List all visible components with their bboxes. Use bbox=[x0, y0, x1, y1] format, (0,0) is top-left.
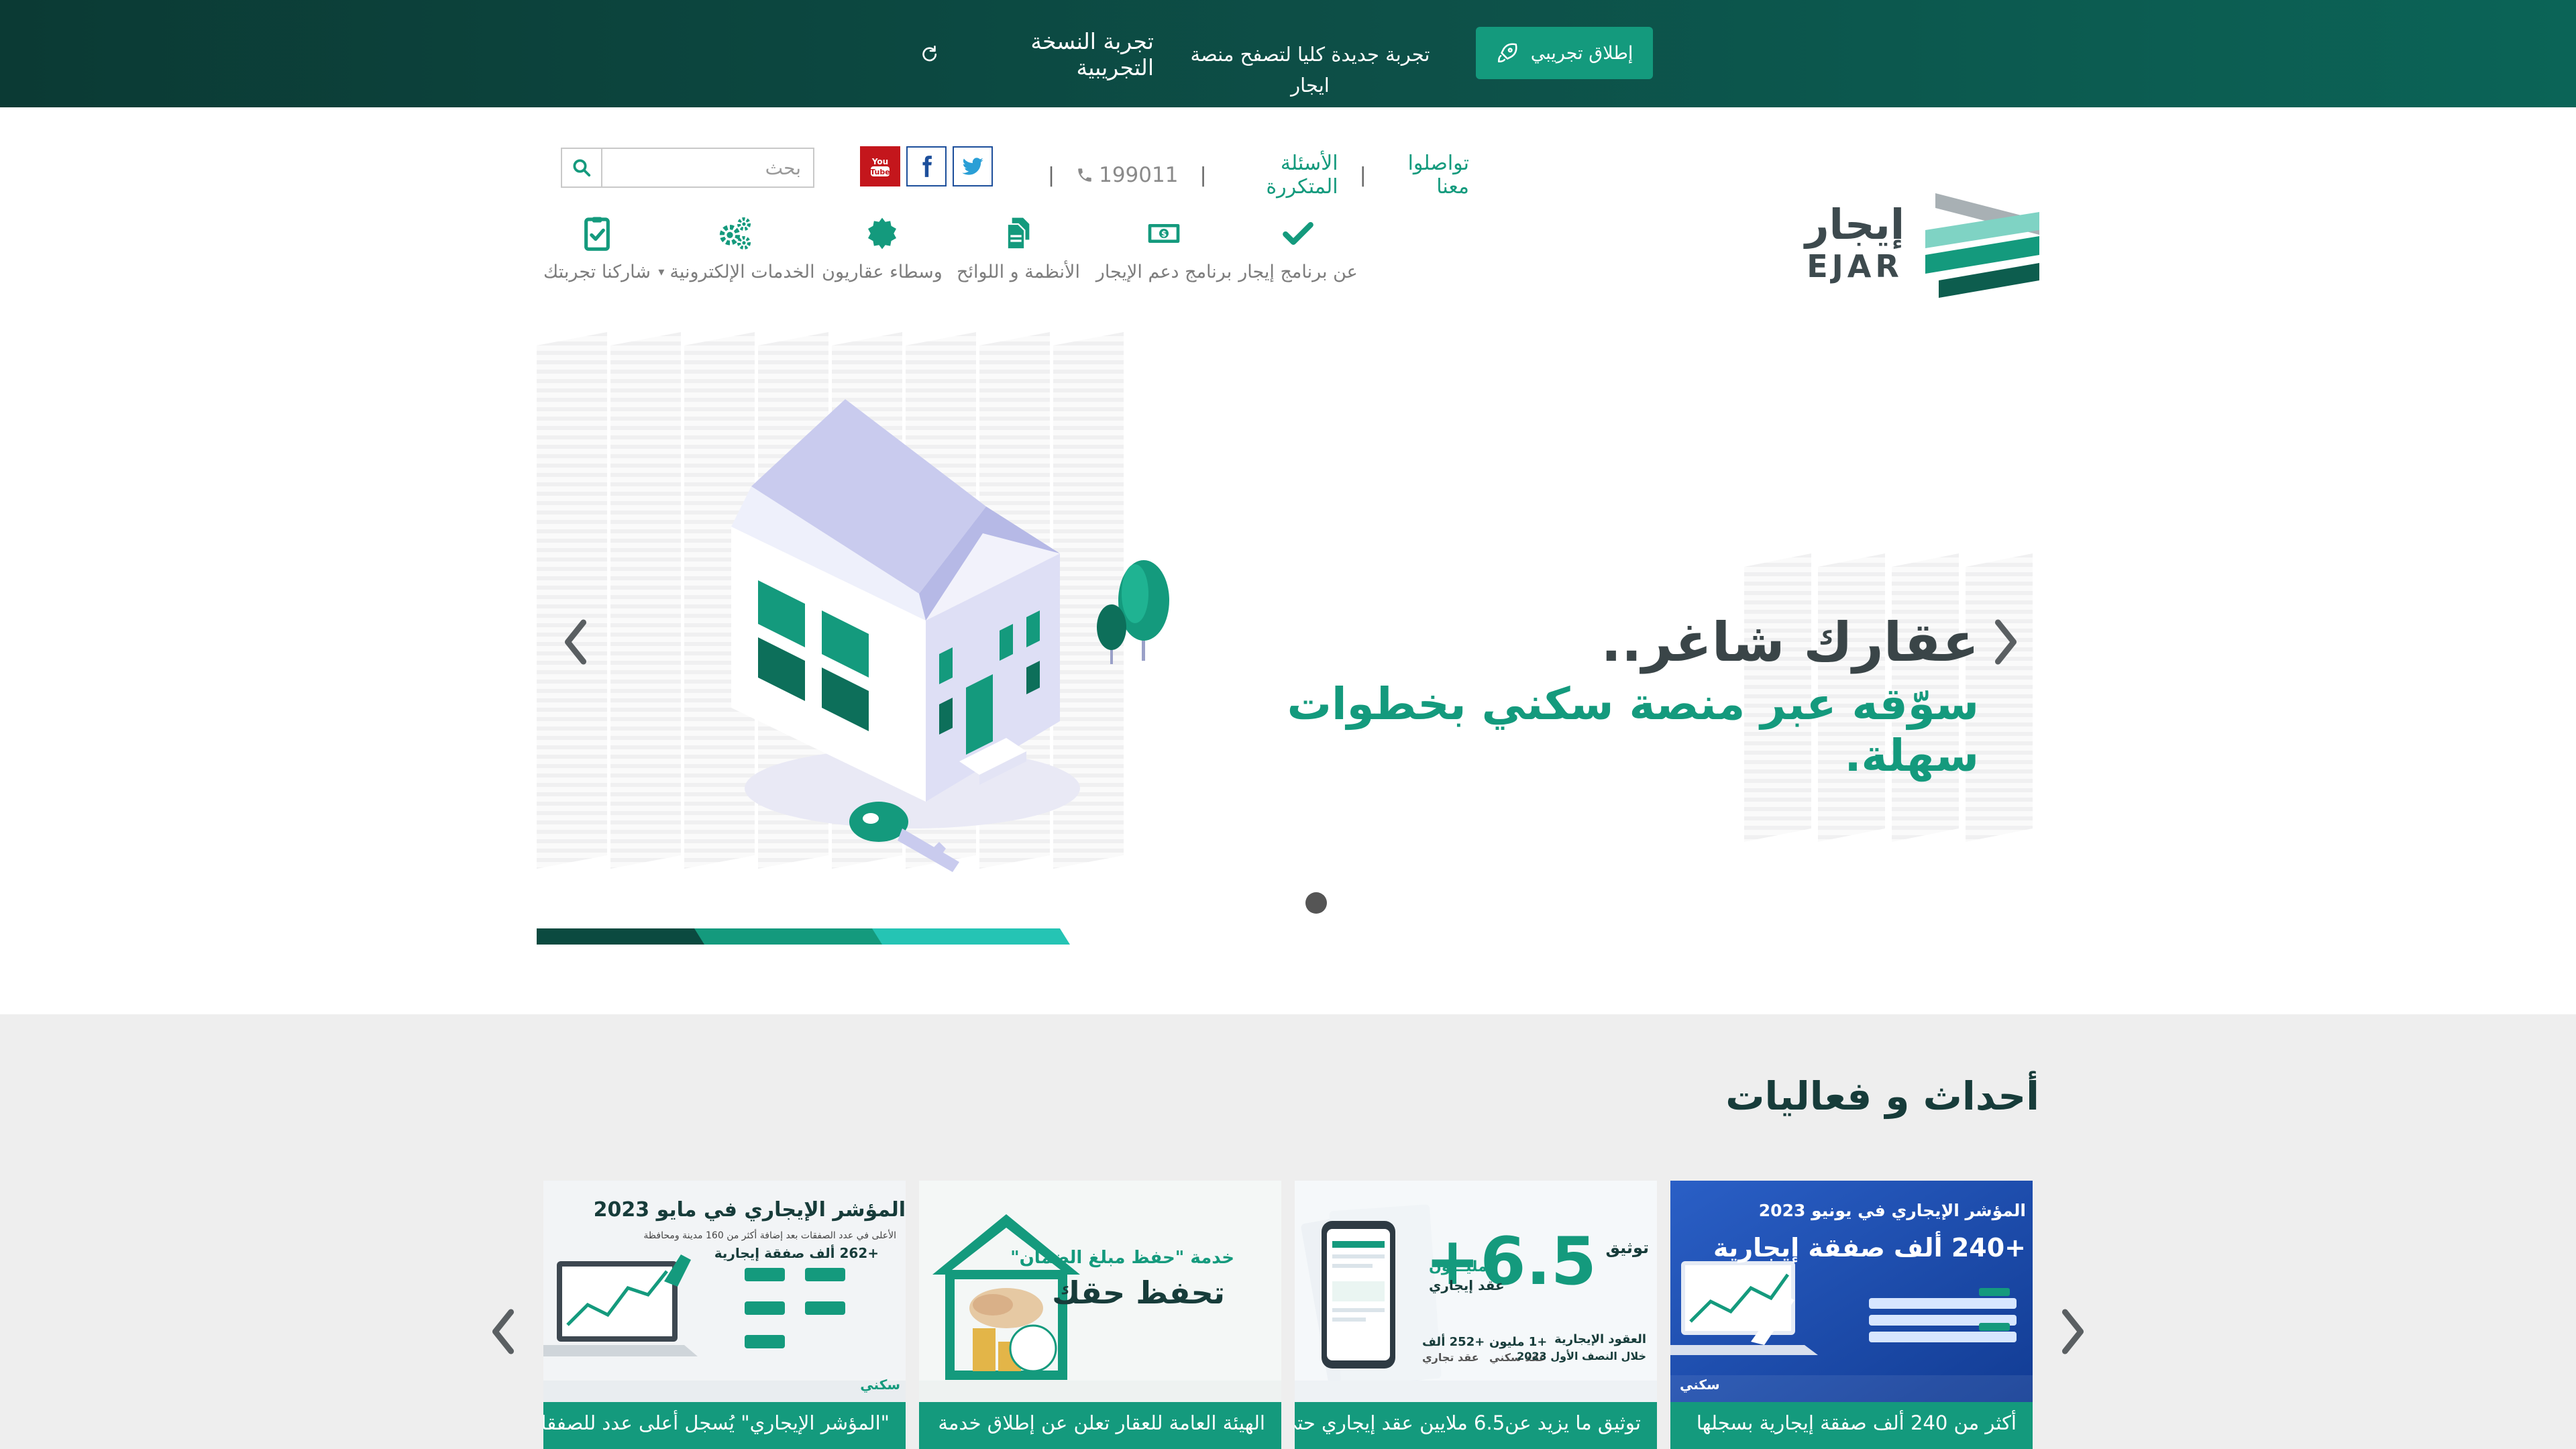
svg-text:You: You bbox=[871, 157, 888, 166]
nav-label: شاركنا تجربتك bbox=[543, 262, 651, 282]
card-image-text: خدمة "حفظ مبلغ الضمان" bbox=[1010, 1248, 1234, 1268]
badge-icon bbox=[868, 217, 896, 250]
hero-prev-arrow[interactable] bbox=[555, 612, 596, 672]
event-card[interactable]: المؤشر الإيجاري في مايو 2023 الأعلى في ع… bbox=[543, 1181, 906, 1449]
house-illustration bbox=[731, 399, 1080, 872]
logo-english-text: EJAR bbox=[1807, 248, 1903, 284]
promo-text: تجربة جديدة كليا لتصفح منصة ايجار bbox=[1190, 43, 1430, 97]
event-caption: أكثر من 240 ألف صفقة إيجارية بسجلها bbox=[1670, 1402, 2033, 1449]
event-card[interactable]: خدمة "حفظ مبلغ الضمان" تحفظ حقك الهيئة ا… bbox=[919, 1181, 1281, 1449]
trees-illustration bbox=[1097, 560, 1169, 664]
search-input[interactable] bbox=[602, 148, 814, 188]
card-image-text: المؤشر الإيجاري في يونيو 2023 bbox=[1758, 1201, 2026, 1220]
nav-label: عن برنامج إيجار bbox=[1238, 262, 1358, 282]
chevron-right-icon bbox=[1994, 619, 2017, 665]
card-image-text: عقد إيجاري bbox=[1429, 1277, 1505, 1293]
svg-text:Tube: Tube bbox=[870, 168, 890, 176]
nav-e-services[interactable]: الخدمات الإلكترونية ▾ bbox=[654, 215, 815, 295]
card-image-stat: عقد تجاري bbox=[1422, 1351, 1479, 1364]
announcement-bar: إطلاق تجريبي تجربة جديدة كليا لتصفح منصة… bbox=[0, 0, 2576, 107]
dropdown-caret-icon: ▾ bbox=[658, 265, 665, 279]
hero-slider: عقارك شاغر.. سوّقه عبر منصة سكني بخطوات … bbox=[537, 332, 2039, 872]
facebook-link[interactable] bbox=[906, 146, 947, 186]
checkmark-icon bbox=[1283, 221, 1313, 246]
card-image-text: تحفظ حقك bbox=[1052, 1275, 1225, 1311]
event-caption: الهيئة العامة للعقار تعلن عن إطلاق خدمة bbox=[919, 1402, 1281, 1449]
event-caption: "المؤشر الإيجاري" يُسجل أعلى عدد للصفقات bbox=[543, 1402, 906, 1449]
slider-pagination-dot[interactable] bbox=[1305, 892, 1327, 914]
card-image-text: مليـــون bbox=[1429, 1258, 1487, 1275]
chevron-right-icon bbox=[2061, 1309, 2084, 1354]
documents-icon bbox=[1006, 217, 1030, 250]
phone-icon bbox=[1078, 168, 1091, 182]
events-title: أحداث و فعاليات bbox=[1725, 1073, 2039, 1119]
card-image-text: +240 ألف صفقة إيجارية bbox=[1713, 1233, 2026, 1263]
nav-label: وسطاء عقاريون bbox=[822, 262, 943, 282]
twitter-icon bbox=[962, 158, 983, 175]
card-image-text: الأعلى في عدد الصفقات بعد إضافة أكثر من … bbox=[643, 1230, 896, 1241]
money-icon: $ bbox=[1148, 224, 1180, 243]
separator: | bbox=[1359, 163, 1366, 187]
card-image-text: العقود الإيجارية bbox=[1554, 1332, 1646, 1346]
card-image-stat: +1 مليون bbox=[1489, 1335, 1548, 1349]
nav-label: الخدمات الإلكترونية bbox=[669, 262, 815, 282]
faq-link[interactable]: الأسئلة المتكررة bbox=[1228, 152, 1338, 199]
utility-links: تواصلوا معنا | الأسئلة المتكررة | 199011… bbox=[1026, 152, 1469, 199]
events-section bbox=[0, 1014, 2576, 1449]
card-image-stat: +252 ألف bbox=[1422, 1335, 1485, 1349]
events-prev-arrow[interactable] bbox=[483, 1301, 523, 1362]
launch-button-label: إطلاق تجريبي bbox=[1530, 42, 1633, 64]
search-button[interactable] bbox=[561, 148, 602, 188]
search-icon bbox=[573, 159, 591, 177]
refresh-icon bbox=[922, 45, 937, 62]
nav-share-experience[interactable]: شاركنا تجربتك bbox=[543, 215, 651, 295]
card-image-text: المؤشر الإيجاري في مايو 2023 bbox=[593, 1198, 906, 1222]
logo-arabic-text: إيجار bbox=[1805, 200, 1905, 249]
separator: | bbox=[1199, 163, 1207, 187]
nav-label: الأنظمة و اللوائح bbox=[957, 262, 1080, 282]
separator: | bbox=[1048, 163, 1055, 187]
hero-title: عقارك شاغر.. bbox=[1601, 611, 1979, 674]
nav-label: برنامج دعم الإيجار bbox=[1095, 262, 1232, 282]
facebook-icon bbox=[922, 156, 932, 177]
youtube-icon: You Tube bbox=[870, 157, 890, 176]
event-caption: توثيق ما يزيد عن6.5 ملايين عقد إيجاري حت… bbox=[1295, 1402, 1657, 1449]
nav-regulations[interactable]: الأنظمة و اللوائح bbox=[957, 215, 1080, 295]
card-image-brand: سكني bbox=[860, 1377, 900, 1393]
nav-label-with-caret: الخدمات الإلكترونية ▾ bbox=[654, 262, 814, 282]
card-image-text: خلال النصف الأول 2023 bbox=[1517, 1350, 1646, 1362]
youtube-link[interactable]: You Tube bbox=[860, 146, 900, 186]
search-box bbox=[561, 148, 814, 188]
beta-link-label: تجربة النسخة التجريبية bbox=[1030, 28, 1154, 80]
event-card[interactable]: توثيق +6.5 مليـــون عقد إيجاري +1 مليون … bbox=[1295, 1181, 1657, 1449]
launch-beta-button[interactable]: إطلاق تجريبي bbox=[1476, 27, 1653, 79]
beta-version-link[interactable]: تجربة النسخة التجريبية bbox=[919, 28, 1154, 80]
phone-number[interactable]: 199011 bbox=[1076, 163, 1178, 187]
phone-number-text: 199011 bbox=[1099, 163, 1179, 187]
chevron-left-icon bbox=[564, 619, 587, 665]
nav-brokers[interactable]: وسطاء عقاريون bbox=[822, 215, 943, 295]
card-image-text: توثيق bbox=[1605, 1238, 1650, 1257]
twitter-link[interactable] bbox=[953, 146, 993, 186]
card-image-text: +262 ألف صفقة إيجارية bbox=[714, 1245, 879, 1261]
decorative-color-bars bbox=[537, 928, 1070, 945]
chevron-left-icon bbox=[492, 1309, 515, 1354]
nav-rent-support[interactable]: $ برنامج دعم الإيجار bbox=[1096, 215, 1232, 295]
contact-us-link[interactable]: تواصلوا معنا bbox=[1388, 152, 1469, 199]
clipboard-icon bbox=[584, 217, 610, 251]
event-card[interactable]: المؤشر الإيجاري في يونيو 2023 +240 ألف ص… bbox=[1670, 1181, 2033, 1449]
card-image-brand: سكني bbox=[1680, 1377, 1720, 1393]
nav-about-ejar[interactable]: عن برنامج إيجار bbox=[1238, 215, 1358, 295]
hero-subtitle: سوّقه عبر منصة سكني بخطوات سهلة. bbox=[1287, 678, 1979, 782]
events-next-arrow[interactable] bbox=[2053, 1301, 2093, 1362]
rocket-icon bbox=[1497, 43, 1517, 63]
hero-next-arrow[interactable] bbox=[1986, 612, 2026, 672]
svg-text:$: $ bbox=[1161, 229, 1167, 239]
gears-icon bbox=[719, 217, 751, 250]
